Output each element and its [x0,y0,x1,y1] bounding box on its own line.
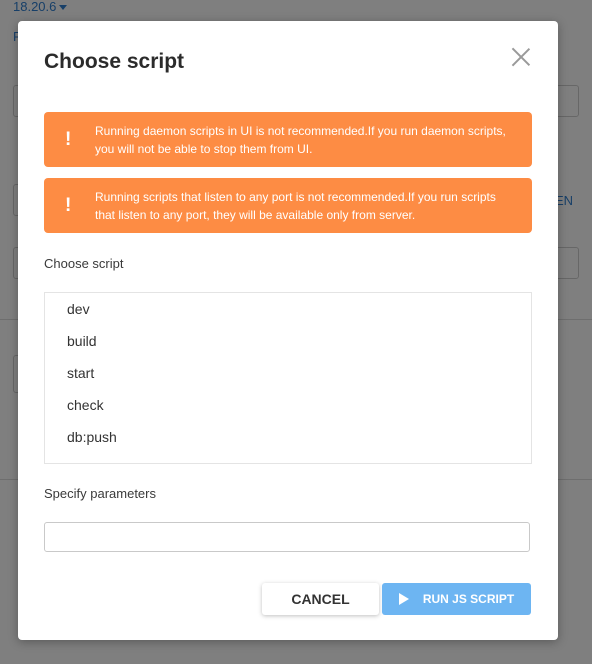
script-item-db-push[interactable]: db:push [67,429,117,445]
script-list[interactable]: dev build start check db:push [44,292,532,464]
run-js-script-button[interactable]: RUN JS SCRIPT [382,583,531,615]
choose-script-label: Choose script [44,256,124,271]
exclamation-icon: ! [65,128,72,150]
script-item-build[interactable]: build [67,333,97,349]
dialog-title: Choose script [44,50,185,73]
parameters-input[interactable] [44,522,530,552]
alert-text: Running scripts that listen to any port … [95,189,496,222]
script-item-check[interactable]: check [67,397,104,413]
port-warning-alert: ! Running scripts that listen to any por… [44,178,532,233]
script-item-dev[interactable]: dev [67,301,90,317]
choose-script-dialog: Choose script ! Running daemon scripts i… [18,21,558,640]
run-button-label: RUN JS SCRIPT [422,592,515,606]
cancel-button-label: CANCEL [291,591,350,607]
close-icon[interactable] [511,47,531,67]
cancel-button[interactable]: CANCEL [262,583,379,615]
alert-text: Running daemon scripts in UI is not reco… [95,123,506,156]
specify-parameters-label: Specify parameters [44,486,156,501]
play-icon [398,593,409,605]
exclamation-icon: ! [65,194,72,216]
script-item-start[interactable]: start [67,365,94,381]
daemon-warning-alert: ! Running daemon scripts in UI is not re… [44,112,532,167]
